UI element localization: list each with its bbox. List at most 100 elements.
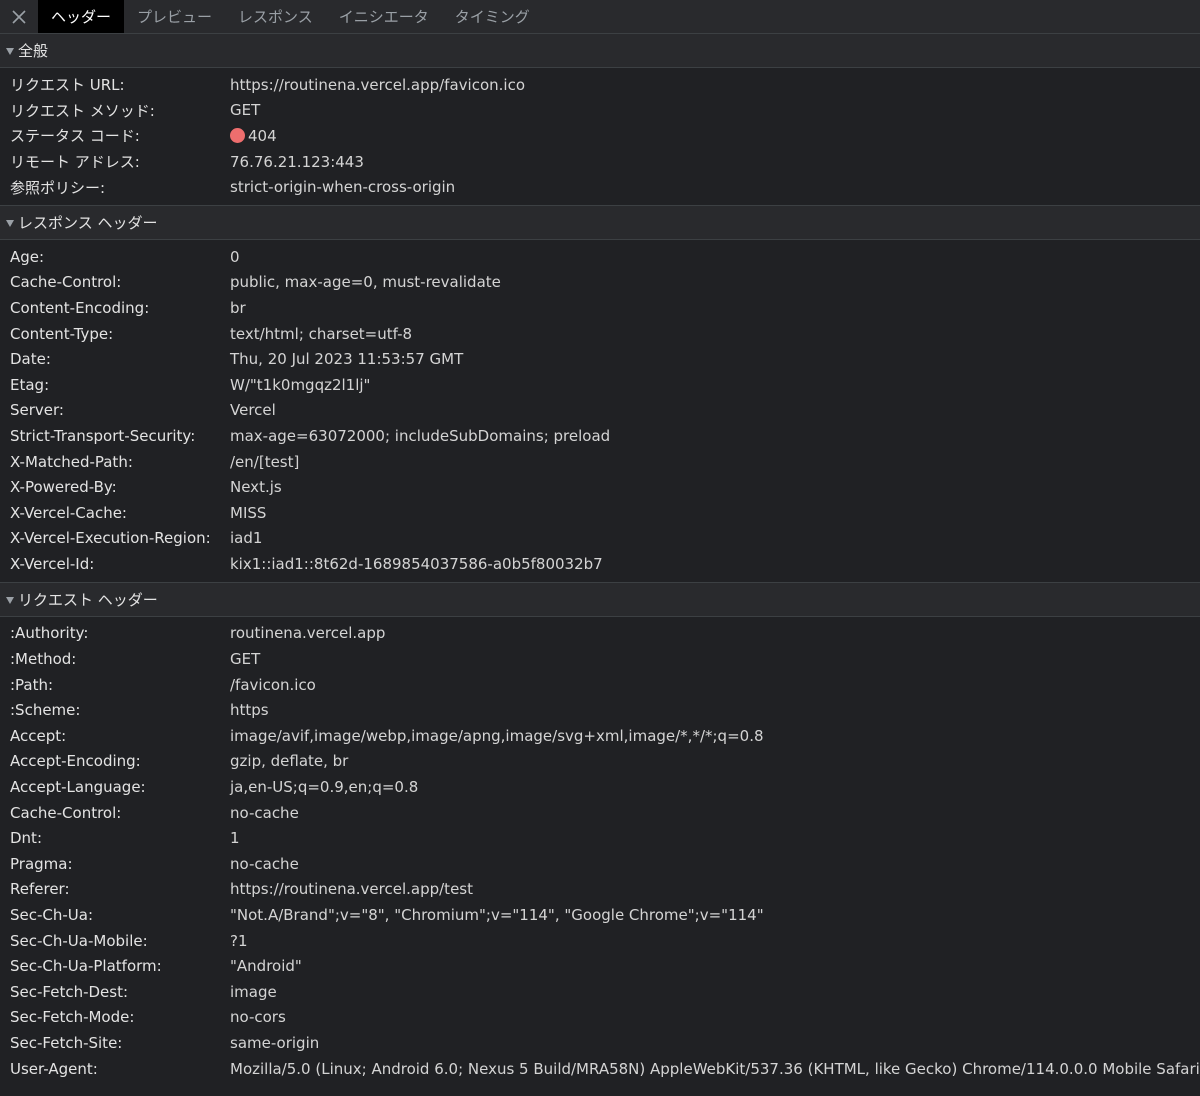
header-value[interactable]: Next.js: [230, 478, 282, 496]
header-key: User-Agent:: [10, 1059, 98, 1078]
collapse-triangle-icon: [6, 48, 14, 55]
header-key: Server:: [10, 401, 64, 420]
header-value[interactable]: /favicon.ico: [230, 676, 316, 694]
header-key: Cache-Control:: [10, 273, 122, 292]
header-row: Referer: https://routinena.vercel.app/tes…: [0, 877, 1200, 903]
header-value[interactable]: 1: [230, 829, 240, 847]
header-value[interactable]: W/"t1k0mgqz2l1lj": [230, 376, 370, 394]
header-key: Sec-Ch-Ua:: [10, 906, 94, 925]
header-key: Pragma:: [10, 854, 73, 873]
tab-timing[interactable]: タイミング: [442, 0, 543, 33]
header-value[interactable]: kix1::iad1::8t62d-1689854037586-a0b5f800…: [230, 555, 603, 573]
header-row: X-Vercel-Cache: MISS: [0, 500, 1200, 526]
header-key: リクエスト メソッド:: [10, 101, 155, 120]
header-value[interactable]: no-cache: [230, 855, 299, 873]
header-row: Sec-Fetch-Mode: no-cors: [0, 1005, 1200, 1031]
header-value[interactable]: same-origin: [230, 1034, 319, 1052]
header-value[interactable]: image/avif,image/webp,image/apng,image/s…: [230, 727, 764, 745]
header-value[interactable]: no-cors: [230, 1008, 286, 1026]
header-row: Sec-Ch-Ua-Platform: "Android": [0, 953, 1200, 979]
header-row: Sec-Fetch-Dest: image: [0, 979, 1200, 1005]
close-icon: [12, 9, 26, 24]
header-row: Strict-Transport-Security: max-age=630720…: [0, 423, 1200, 449]
header-value[interactable]: Mozilla/5.0 (Linux; Android 6.0; Nexus 5…: [230, 1060, 1200, 1078]
header-key: Age:: [10, 247, 45, 266]
header-key: :Path:: [10, 675, 54, 694]
header-value[interactable]: Vercel: [230, 401, 276, 419]
header-row: ステータス コード: 404: [0, 123, 1200, 149]
header-value[interactable]: GET: [230, 101, 260, 119]
header-value[interactable]: https://routinena.vercel.app/favicon.ico: [230, 76, 525, 94]
status-code-value[interactable]: 404: [230, 127, 277, 145]
header-key: Content-Encoding:: [10, 298, 150, 317]
status-error-dot-icon: [230, 128, 245, 144]
section-title: リクエスト ヘッダー: [18, 590, 158, 609]
tab-initiator[interactable]: イニシエータ: [326, 0, 442, 33]
header-value[interactable]: gzip, deflate, br: [230, 752, 348, 770]
header-value[interactable]: max-age=63072000; includeSubDomains; pre…: [230, 427, 610, 445]
header-value[interactable]: GET: [230, 650, 260, 668]
header-row: Accept: image/avif,image/webp,image/apng,…: [0, 723, 1200, 749]
tab-preview[interactable]: プレビュー: [124, 0, 225, 33]
header-key: Cache-Control:: [10, 803, 122, 822]
section-general-header[interactable]: 全般: [0, 34, 1200, 68]
section-title: レスポンス ヘッダー: [18, 213, 158, 232]
header-value[interactable]: image: [230, 983, 277, 1001]
section-response-headers-header[interactable]: レスポンス ヘッダー: [0, 205, 1200, 240]
header-key: 参照ポリシー:: [10, 178, 106, 197]
header-value[interactable]: https: [230, 701, 269, 719]
header-row: :Authority: routinena.vercel.app: [0, 621, 1200, 647]
close-panel-button[interactable]: [0, 0, 38, 33]
header-value[interactable]: br: [230, 299, 246, 317]
header-key: リクエスト URL:: [10, 76, 125, 95]
header-row: Server: Vercel: [0, 398, 1200, 424]
header-key: Accept-Language:: [10, 778, 146, 797]
header-key: :Scheme:: [10, 701, 81, 720]
header-value[interactable]: /en/[test]: [230, 453, 299, 471]
header-value[interactable]: no-cache: [230, 804, 299, 822]
header-value[interactable]: 76.76.21.123:443: [230, 153, 364, 171]
header-value[interactable]: "Android": [230, 957, 302, 975]
header-row: X-Vercel-Execution-Region: iad1: [0, 526, 1200, 552]
section-general-body: リクエスト URL: https://routinena.vercel.app/…: [0, 68, 1200, 205]
header-key: Sec-Fetch-Dest:: [10, 982, 129, 1001]
status-code-text: 404: [248, 126, 277, 145]
header-value[interactable]: ja,en-US;q=0.9,en;q=0.8: [230, 778, 418, 796]
header-row: :Method: GET: [0, 646, 1200, 672]
header-row: Content-Encoding: br: [0, 295, 1200, 321]
header-row: Pragma: no-cache: [0, 851, 1200, 877]
header-row: :Scheme: https: [0, 697, 1200, 723]
header-value[interactable]: strict-origin-when-cross-origin: [230, 178, 455, 196]
header-key: Accept:: [10, 726, 67, 745]
header-row: Accept-Language: ja,en-US;q=0.9,en;q=0.8: [0, 774, 1200, 800]
header-value[interactable]: iad1: [230, 529, 262, 547]
header-row: Sec-Ch-Ua-Mobile: ?1: [0, 928, 1200, 954]
header-key: X-Vercel-Cache:: [10, 503, 127, 522]
header-key: Accept-Encoding:: [10, 752, 141, 771]
header-value[interactable]: text/html; charset=utf-8: [230, 325, 412, 343]
header-row: Cache-Control: public, max-age=0, must-re…: [0, 270, 1200, 296]
header-key: :Method:: [10, 650, 77, 669]
section-response-headers-body: Age: 0 Cache-Control: public, max-age=0, mu…: [0, 240, 1200, 582]
tab-headers[interactable]: ヘッダー: [38, 0, 125, 33]
header-key: Dnt:: [10, 829, 42, 848]
header-value[interactable]: routinena.vercel.app: [230, 624, 385, 642]
header-value[interactable]: public, max-age=0, must-revalidate: [230, 273, 501, 291]
header-value[interactable]: 0: [230, 248, 240, 266]
header-value[interactable]: ?1: [230, 932, 248, 950]
header-value[interactable]: "Not.A/Brand";v="8", "Chromium";v="114",…: [230, 906, 764, 924]
tab-response[interactable]: レスポンス: [225, 0, 326, 33]
header-row: Sec-Fetch-Site: same-origin: [0, 1030, 1200, 1056]
header-value[interactable]: MISS: [230, 504, 266, 522]
section-request-headers-body: :Authority: routinena.vercel.app :Method: G…: [0, 617, 1200, 1082]
header-key: X-Vercel-Execution-Region:: [10, 529, 211, 548]
header-value[interactable]: https://routinena.vercel.app/test: [230, 880, 473, 898]
header-key: Strict-Transport-Security:: [10, 426, 196, 445]
header-row: X-Powered-By: Next.js: [0, 474, 1200, 500]
section-request-headers-header[interactable]: リクエスト ヘッダー: [0, 582, 1200, 617]
header-row: リモート アドレス: 76.76.21.123:443: [0, 149, 1200, 175]
header-key: Sec-Fetch-Site:: [10, 1033, 123, 1052]
collapse-triangle-icon: [6, 219, 14, 227]
header-value[interactable]: Thu, 20 Jul 2023 11:53:57 GMT: [230, 350, 463, 368]
header-row: Date: Thu, 20 Jul 2023 11:53:57 GMT: [0, 346, 1200, 372]
